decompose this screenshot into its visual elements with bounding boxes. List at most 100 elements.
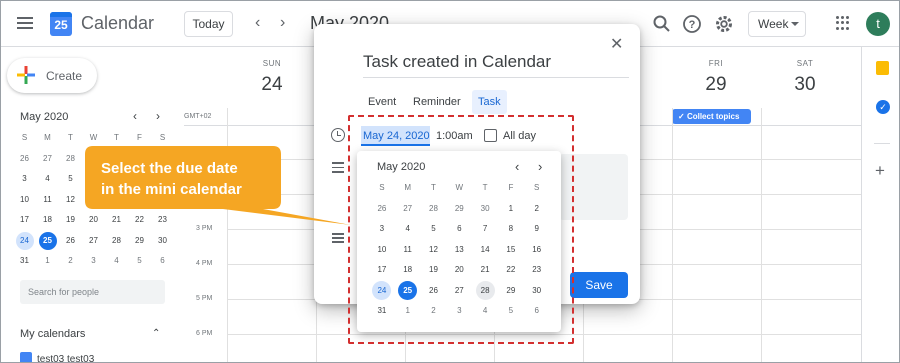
mini-next-icon[interactable]: ›: [156, 109, 160, 123]
tasks-icon[interactable]: ✓: [876, 100, 890, 114]
all-day-checkbox[interactable]: [484, 129, 497, 142]
day-cell[interactable]: 12: [59, 190, 82, 211]
task-title-input[interactable]: Task created in Calendar: [363, 52, 629, 78]
day-header-fri[interactable]: FRI 29: [686, 59, 746, 96]
day-cell[interactable]: 22: [498, 260, 524, 281]
day-cell[interactable]: 4: [472, 301, 498, 322]
day-cell[interactable]: 16: [524, 240, 550, 261]
day-cell[interactable]: 17: [13, 210, 36, 231]
day-number[interactable]: 29: [686, 74, 746, 96]
day-cell[interactable]: 18: [395, 260, 421, 281]
day-cell[interactable]: 29: [446, 199, 472, 220]
search-icon[interactable]: [651, 13, 673, 35]
day-cell[interactable]: 22: [128, 210, 151, 231]
day-cell[interactable]: 30: [151, 231, 174, 252]
day-number[interactable]: 24: [242, 74, 302, 96]
day-cell[interactable]: 25: [36, 231, 59, 252]
mini-prev-icon[interactable]: ‹: [133, 109, 137, 123]
day-cell[interactable]: 30: [472, 199, 498, 220]
day-cell[interactable]: 24: [13, 231, 36, 252]
help-icon[interactable]: ?: [681, 13, 703, 35]
day-cell[interactable]: 5: [59, 169, 82, 190]
day-cell[interactable]: 3: [13, 169, 36, 190]
day-cell[interactable]: 2: [524, 199, 550, 220]
day-cell[interactable]: 29: [128, 231, 151, 252]
keep-icon[interactable]: [876, 61, 889, 75]
time-field[interactable]: 1:00am: [436, 126, 473, 146]
save-button[interactable]: Save: [570, 272, 628, 298]
tab-task[interactable]: Task: [472, 90, 507, 114]
day-cell[interactable]: 1: [395, 301, 421, 322]
day-cell[interactable]: 18: [36, 210, 59, 231]
day-cell[interactable]: 21: [472, 260, 498, 281]
checkbox-checked-icon[interactable]: [20, 352, 32, 362]
day-cell[interactable]: 3: [446, 301, 472, 322]
day-cell[interactable]: 10: [369, 240, 395, 261]
tab-reminder[interactable]: Reminder: [407, 90, 467, 114]
day-cell[interactable]: 17: [369, 260, 395, 281]
date-field[interactable]: May 24, 2020: [361, 126, 430, 146]
chevron-up-icon[interactable]: ⌃: [152, 328, 160, 339]
tab-event[interactable]: Event: [362, 90, 402, 114]
add-addon-icon[interactable]: +: [875, 161, 885, 181]
day-cell[interactable]: 2: [59, 251, 82, 272]
close-icon[interactable]: ✕: [610, 34, 623, 54]
create-button[interactable]: Create: [7, 58, 97, 93]
day-cell[interactable]: 19: [421, 260, 447, 281]
my-calendars-heading[interactable]: My calendars: [20, 328, 85, 340]
day-cell[interactable]: 21: [105, 210, 128, 231]
day-cell[interactable]: 6: [446, 219, 472, 240]
search-people-input[interactable]: Search for people: [20, 280, 165, 304]
day-cell[interactable]: 3: [369, 219, 395, 240]
day-cell[interactable]: 5: [421, 219, 447, 240]
event-chip[interactable]: ✓ Collect topics: [672, 109, 751, 124]
day-cell[interactable]: 4: [395, 219, 421, 240]
day-cell[interactable]: 2: [421, 301, 447, 322]
day-cell[interactable]: 15: [498, 240, 524, 261]
day-cell[interactable]: 9: [524, 219, 550, 240]
day-cell[interactable]: 27: [36, 149, 59, 170]
menu-icon[interactable]: [17, 17, 33, 29]
day-cell[interactable]: 24: [369, 280, 395, 302]
day-cell[interactable]: 12: [421, 240, 447, 261]
apps-icon[interactable]: [836, 16, 850, 30]
day-cell[interactable]: 29: [498, 281, 524, 302]
calendar-list-item[interactable]: test03 test03: [20, 352, 94, 362]
day-cell[interactable]: 19: [59, 210, 82, 231]
day-cell[interactable]: 28: [421, 199, 447, 220]
picker-next-icon[interactable]: ›: [538, 159, 542, 174]
day-cell[interactable]: 20: [82, 210, 105, 231]
day-cell[interactable]: 10: [13, 190, 36, 211]
day-header-sat[interactable]: SAT 30: [775, 59, 835, 96]
day-cell[interactable]: 26: [421, 281, 447, 302]
day-cell[interactable]: 4: [105, 251, 128, 272]
day-cell[interactable]: 26: [13, 149, 36, 170]
day-cell[interactable]: 30: [524, 281, 550, 302]
day-cell[interactable]: 3: [82, 251, 105, 272]
today-button[interactable]: Today: [184, 11, 233, 37]
view-selector[interactable]: Week: [748, 11, 806, 37]
day-cell[interactable]: 31: [13, 251, 36, 272]
day-number[interactable]: 30: [775, 74, 835, 96]
day-header-sun[interactable]: SUN 24: [242, 59, 302, 96]
day-cell[interactable]: 13: [446, 240, 472, 261]
day-cell[interactable]: 11: [395, 240, 421, 261]
day-cell[interactable]: 1: [498, 199, 524, 220]
day-cell[interactable]: 27: [446, 281, 472, 302]
day-cell[interactable]: 20: [446, 260, 472, 281]
day-cell[interactable]: 28: [59, 149, 82, 170]
day-cell[interactable]: 31: [369, 301, 395, 322]
day-cell[interactable]: 11: [36, 190, 59, 211]
day-cell[interactable]: 4: [36, 169, 59, 190]
description-field[interactable]: [559, 154, 628, 220]
day-cell[interactable]: 28: [105, 231, 128, 252]
day-cell[interactable]: 1: [36, 251, 59, 272]
day-cell[interactable]: 23: [151, 210, 174, 231]
day-cell[interactable]: 6: [151, 251, 174, 272]
day-cell[interactable]: 25: [395, 280, 421, 302]
day-cell[interactable]: 8: [498, 219, 524, 240]
next-week-icon[interactable]: ›: [280, 14, 285, 32]
day-cell[interactable]: 14: [472, 240, 498, 261]
day-cell[interactable]: 26: [59, 231, 82, 252]
settings-icon[interactable]: [713, 13, 735, 35]
